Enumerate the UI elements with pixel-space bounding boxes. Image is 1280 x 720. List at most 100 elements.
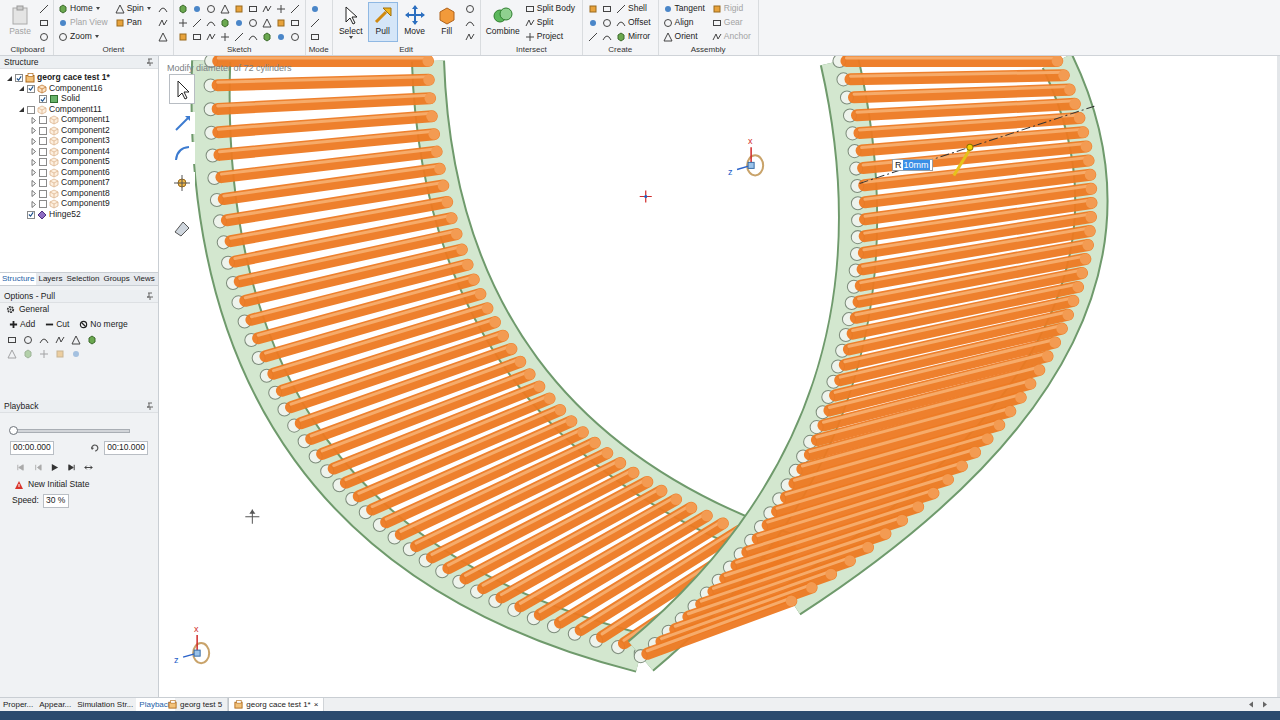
expand-arrow-icon[interactable] [29, 200, 37, 208]
tool-icon[interactable] [464, 2, 477, 15]
tool-icon[interactable] [600, 16, 613, 29]
merge-option[interactable]: No merge [76, 319, 130, 331]
tree-item[interactable]: Component6 [0, 168, 158, 179]
option-icon[interactable] [54, 334, 66, 346]
ribbon-button[interactable]: Pan [114, 16, 155, 29]
tool-icon[interactable] [219, 30, 232, 43]
tool-icon[interactable] [586, 2, 599, 15]
expand-arrow-icon[interactable] [29, 158, 37, 166]
expand-arrow-icon[interactable] [29, 190, 37, 198]
panel-tab[interactable]: Proper... [0, 698, 36, 711]
ribbon-button[interactable]: Select [336, 2, 366, 42]
tool-icon[interactable] [464, 16, 477, 29]
panel-tab[interactable]: Views [132, 273, 157, 285]
tool-icon[interactable] [191, 16, 204, 29]
tool-icon[interactable] [191, 30, 204, 43]
playback-button-icon[interactable] [33, 463, 42, 472]
tool-guide-icon[interactable] [169, 172, 195, 194]
playback-button-icon[interactable] [67, 463, 76, 472]
tool-icon[interactable] [219, 2, 232, 15]
tree-item[interactable]: Component16 [0, 84, 158, 95]
tool-icon[interactable] [261, 30, 274, 43]
tool-guide-icon[interactable] [169, 74, 195, 104]
ribbon-button[interactable]: Home [57, 2, 112, 15]
tree-item[interactable]: Component8 [0, 189, 158, 200]
model-viewport[interactable]: xzxzModify diameter of 72 cylindersR10mm [159, 56, 1280, 697]
panel-tab[interactable]: Simulation Str... [74, 698, 136, 711]
dropdown-arrow-icon[interactable] [147, 7, 151, 10]
tool-icon[interactable] [233, 2, 246, 15]
tool-icon[interactable] [600, 2, 613, 15]
tool-icon[interactable] [309, 16, 322, 29]
panel-tab[interactable]: Appear... [36, 698, 74, 711]
dropdown-arrow-icon[interactable] [96, 7, 100, 10]
tool-icon[interactable] [309, 30, 322, 43]
tool-icon[interactable] [177, 30, 190, 43]
tool-icon[interactable] [261, 16, 274, 29]
tool-icon[interactable] [289, 30, 302, 43]
ribbon-button[interactable]: Shell [615, 2, 655, 15]
visibility-checkbox[interactable] [15, 74, 23, 82]
dimension-field[interactable]: R10mm [892, 159, 933, 171]
expand-arrow-icon[interactable] [29, 169, 37, 177]
tool-icon[interactable] [275, 2, 288, 15]
visibility-checkbox[interactable] [39, 127, 47, 135]
ribbon-button[interactable]: Orient [662, 30, 709, 43]
expand-arrow-icon[interactable] [29, 179, 37, 187]
tool-icon[interactable] [275, 30, 288, 43]
visibility-checkbox[interactable] [27, 106, 35, 114]
tool-icon[interactable] [309, 2, 322, 15]
ribbon-button[interactable]: Project [524, 30, 579, 43]
option-icon[interactable] [38, 348, 50, 360]
visibility-checkbox[interactable] [39, 179, 47, 187]
start-time-field[interactable]: 00:00.000 [10, 441, 54, 455]
ribbon-button[interactable]: Align [662, 16, 709, 29]
ribbon-button[interactable]: Pull [368, 2, 398, 42]
dropdown-arrow-icon[interactable] [95, 35, 99, 38]
visibility-checkbox[interactable] [39, 148, 47, 156]
option-icon[interactable] [22, 348, 34, 360]
ribbon-button[interactable]: Tangent [662, 2, 709, 15]
option-icon[interactable] [70, 334, 82, 346]
timeline-slider[interactable] [12, 429, 130, 433]
tool-icon[interactable] [157, 2, 170, 15]
playback-button-icon[interactable] [50, 463, 59, 472]
ribbon-button[interactable]: Spin [114, 2, 155, 15]
tool-icon[interactable] [233, 16, 246, 29]
option-icon[interactable] [54, 348, 66, 360]
merge-option[interactable]: Cut [42, 319, 72, 331]
option-icon[interactable] [86, 334, 98, 346]
playback-button-icon[interactable] [16, 463, 25, 472]
visibility-checkbox[interactable] [39, 95, 47, 103]
tool-guide-icon[interactable] [169, 142, 195, 164]
pin-icon[interactable] [146, 58, 154, 67]
panel-tab[interactable]: Layers [36, 273, 64, 285]
dimension-value[interactable]: 10mm [903, 160, 930, 170]
ribbon-button[interactable]: Split Body [524, 2, 579, 15]
visibility-checkbox[interactable] [39, 137, 47, 145]
visibility-checkbox[interactable] [39, 169, 47, 177]
tree-item[interactable]: Solid [0, 94, 158, 105]
expand-arrow-icon[interactable] [29, 116, 37, 124]
dropdown-arrow-icon[interactable] [349, 36, 353, 39]
panel-tab[interactable]: Selection [64, 273, 101, 285]
tree-item[interactable]: georg cace test 1* [0, 73, 158, 84]
expand-arrow-icon[interactable] [17, 85, 25, 93]
tool-icon[interactable] [247, 2, 260, 15]
tool-icon[interactable] [261, 2, 274, 15]
tree-item[interactable]: Component4 [0, 147, 158, 158]
ribbon-button[interactable]: Zoom [57, 30, 112, 43]
pin-icon[interactable] [146, 402, 154, 411]
tree-item[interactable]: Component2 [0, 126, 158, 137]
new-initial-state-button[interactable]: New Initial State [0, 478, 158, 492]
tool-icon[interactable] [289, 2, 302, 15]
expand-arrow-icon[interactable] [17, 211, 25, 219]
visibility-checkbox[interactable] [27, 211, 35, 219]
tool-icon[interactable] [177, 16, 190, 29]
tool-icon[interactable] [37, 16, 50, 29]
visibility-checkbox[interactable] [39, 116, 47, 124]
expand-arrow-icon[interactable] [29, 127, 37, 135]
visibility-checkbox[interactable] [39, 190, 47, 198]
option-icon[interactable] [6, 334, 18, 346]
panel-tab[interactable]: Groups [101, 273, 131, 285]
